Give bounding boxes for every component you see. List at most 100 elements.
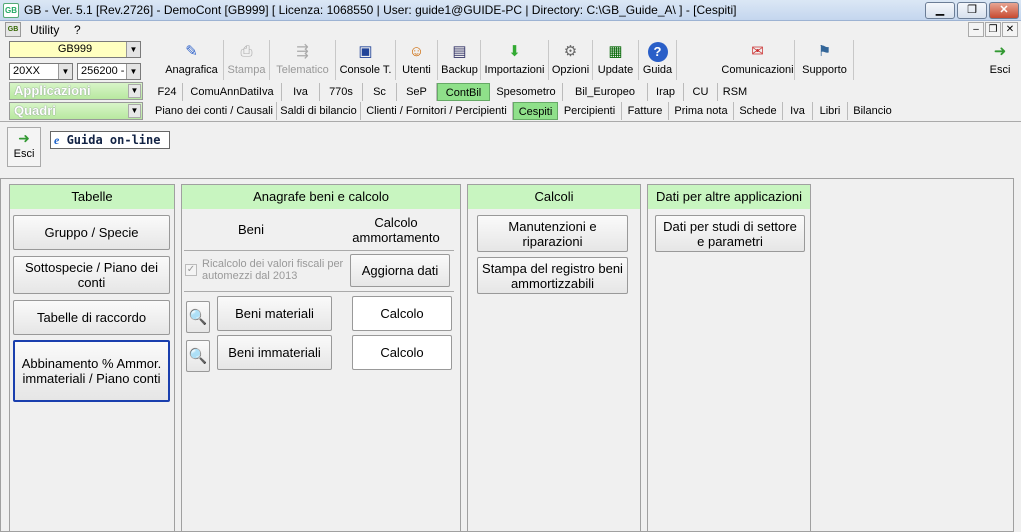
calcolo-materiali-button[interactable]: Calcolo [352, 296, 452, 331]
console-button[interactable]: ▣ Console T. [336, 40, 396, 80]
beni-materiali-button[interactable]: Beni materiali [217, 296, 332, 331]
tab-sep[interactable]: SeP [397, 83, 437, 101]
menu-help[interactable]: ? [74, 23, 81, 37]
mdi-restore-button[interactable]: ❐ [985, 22, 1001, 37]
dati-header: Dati per altre applicazioni [648, 185, 810, 209]
console-icon: ▣ [358, 43, 373, 60]
esci-toolbar-button[interactable]: ➜ Esci [982, 40, 1018, 80]
tab-bilancio[interactable]: Bilancio [848, 102, 897, 120]
mdi-close-button[interactable]: ✕ [1002, 22, 1018, 37]
minimize-button[interactable]: ▁ [925, 2, 955, 19]
communication-icon: ✉ [751, 43, 764, 60]
close-button[interactable]: ✕ [989, 2, 1019, 19]
tab-f24[interactable]: F24 [152, 83, 183, 101]
menu-utility[interactable]: Utility [30, 23, 59, 37]
tab-saldi-di-bilancio[interactable]: Saldi di bilancio [277, 102, 361, 120]
tabelle-raccordo-button[interactable]: Tabelle di raccordo [13, 300, 170, 335]
tab-iva[interactable]: Iva [282, 83, 320, 101]
tab-schede[interactable]: Schede [734, 102, 783, 120]
tab-cu[interactable]: CU [684, 83, 718, 101]
tab-spesometro[interactable]: Spesometro [490, 83, 563, 101]
tab-iva-quadri[interactable]: Iva [783, 102, 813, 120]
opzioni-button[interactable]: ⚙ Opzioni [549, 40, 593, 80]
beni-immateriali-button[interactable]: Beni immateriali [217, 335, 332, 370]
printer-icon: ⎙ [240, 43, 253, 60]
anagrafe-header: Anagrafe beni e calcolo [182, 185, 460, 209]
tab-comuanndatiiva[interactable]: ComuAnnDatiIva [183, 83, 282, 101]
exit-door-icon: ➜ [18, 130, 30, 146]
quadri-dropdown[interactable]: Quadri ▼ [9, 102, 143, 120]
import-icon: ⬇ [508, 43, 521, 60]
year-value: 20XX [13, 65, 40, 77]
beni-materiali-search-button[interactable]: 🔍 [186, 301, 210, 333]
stampa-button[interactable]: ⎙ Stampa [224, 40, 270, 80]
tab-cespiti[interactable]: Cespiti [513, 102, 558, 120]
chevron-down-icon[interactable]: ▼ [126, 64, 140, 79]
internet-explorer-icon: e [54, 133, 60, 147]
utility-menu-icon: GB [5, 22, 21, 37]
stampa-registro-button[interactable]: Stampa del registro beni ammortizzabili [477, 257, 628, 294]
chevron-down-icon[interactable]: ▼ [128, 84, 141, 98]
calcoli-header: Calcoli [468, 185, 640, 209]
tab-percipienti[interactable]: Percipienti [558, 102, 622, 120]
account-value: 256200 - [81, 65, 125, 77]
manutenzioni-button[interactable]: Manutenzioni e riparazioni [477, 215, 628, 252]
tab-contbil[interactable]: ContBil [437, 83, 490, 101]
telematico-button[interactable]: ⇶ Telematico [270, 40, 336, 80]
anagrafica-button[interactable]: ✎ Anagrafica [160, 40, 224, 80]
backup-button[interactable]: ▤ Backup [439, 40, 481, 80]
quadri-tab-row: Piano dei conti / Causali Saldi di bilan… [152, 102, 897, 120]
dati-studi-settore-button[interactable]: Dati per studi di settore e parametri [655, 215, 805, 252]
sottospecie-button[interactable]: Sottospecie / Piano dei conti [13, 256, 170, 294]
year-combo[interactable]: 20XX ▼ [9, 63, 73, 80]
tab-piano-dei-conti[interactable]: Piano dei conti / Causali [152, 102, 277, 120]
esci-form-button[interactable]: ➜ Esci [7, 127, 41, 167]
quadri-label: Quadri [14, 103, 56, 118]
comunicazioni-button[interactable]: ✉ Comunicazioni [721, 40, 795, 80]
tab-libri[interactable]: Libri [813, 102, 848, 120]
ricalcolo-checkbox[interactable]: ✓ [185, 264, 197, 276]
abbinamento-button[interactable]: Abbinamento % Ammor. immateriali / Piano… [13, 340, 170, 402]
divider [184, 291, 454, 292]
calcolo-immateriali-button[interactable]: Calcolo [352, 335, 452, 370]
chevron-down-icon[interactable]: ▼ [126, 42, 140, 57]
magnifier-icon: 🔍 [188, 308, 208, 326]
tab-fatture[interactable]: Fatture [622, 102, 669, 120]
applicazioni-dropdown[interactable]: Applicazioni ▼ [9, 82, 143, 100]
utenti-button[interactable]: ☺ Utenti [396, 40, 438, 80]
help-icon: ? [647, 42, 668, 62]
tab-rsm[interactable]: RSM [718, 83, 752, 101]
account-combo[interactable]: 256200 - ▼ [77, 63, 141, 80]
window-title: GB - Ver. 5.1 [Rev.2726] - DemoCont [GB9… [24, 3, 737, 17]
ricalcolo-label: Ricalcolo dei valori fiscali per automez… [202, 258, 344, 282]
mdi-minimize-button[interactable]: – [968, 22, 984, 37]
beni-column-label: Beni [238, 222, 265, 237]
beni-immateriali-search-button[interactable]: 🔍 [186, 340, 210, 372]
guida-button[interactable]: ? Guida [639, 40, 677, 80]
tab-sc[interactable]: Sc [363, 83, 397, 101]
calcolo-column-label: Calcolo ammortamento [352, 215, 440, 245]
tab-770s[interactable]: 770s [320, 83, 363, 101]
exit-door-icon: ➜ [993, 43, 1007, 60]
server-icon: ▤ [452, 43, 467, 60]
app-logo-icon: GB [3, 3, 19, 18]
chevron-down-icon[interactable]: ▼ [128, 104, 141, 118]
applications-tab-row: F24 ComuAnnDatiIva Iva 770s Sc SeP ContB… [152, 83, 752, 101]
company-code-value: GB999 [57, 43, 93, 55]
support-icon: ⚑ [817, 43, 832, 60]
update-button[interactable]: ▦ Update [593, 40, 639, 80]
importazioni-button[interactable]: ⬇ Importazioni [481, 40, 549, 80]
company-code-combo[interactable]: GB999 ▼ [9, 41, 141, 58]
gruppo-specie-button[interactable]: Gruppo / Specie [13, 215, 170, 250]
tab-prima-nota[interactable]: Prima nota [669, 102, 734, 120]
applicazioni-label: Applicazioni [14, 83, 91, 98]
tab-clienti-fornitori[interactable]: Clienti / Fornitori / Percipienti [361, 102, 513, 120]
maximize-button[interactable]: ❐ [957, 2, 987, 19]
tab-irap[interactable]: Irap [648, 83, 684, 101]
supporto-button[interactable]: ⚑ Supporto [796, 40, 854, 80]
tab-bil-europeo[interactable]: Bil_Europeo [563, 83, 648, 101]
chevron-down-icon[interactable]: ▼ [58, 64, 72, 79]
guida-online-button[interactable]: e Guida on-line [50, 131, 170, 149]
aggiorna-dati-button[interactable]: Aggiorna dati [350, 254, 450, 287]
telematico-icon: ⇶ [296, 43, 309, 60]
